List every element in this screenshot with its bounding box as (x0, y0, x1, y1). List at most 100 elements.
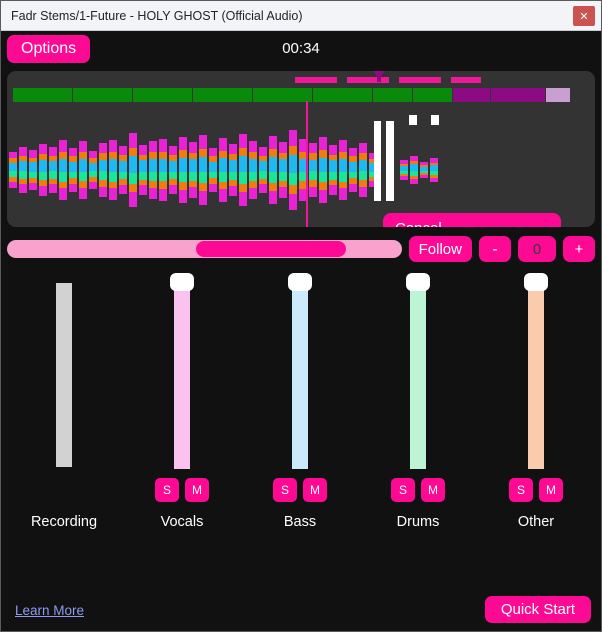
waveform-bar[interactable] (309, 143, 317, 197)
learn-more-link[interactable]: Learn More (15, 603, 84, 618)
waveform-stem-segment (59, 140, 67, 152)
mute-button-vocals[interactable]: M (185, 478, 209, 502)
timeline-segment[interactable] (546, 88, 571, 102)
mute-button-bass[interactable]: M (303, 478, 327, 502)
fader-track[interactable] (292, 281, 308, 469)
waveform-bar[interactable] (219, 138, 227, 202)
fader-track[interactable] (528, 281, 544, 469)
waveform-bar[interactable] (359, 143, 367, 197)
waveform-bars[interactable] (7, 113, 595, 227)
waveform-bar[interactable] (109, 140, 117, 200)
waveform-bar[interactable] (319, 137, 327, 203)
context-menu[interactable]: Cancel de-select clips Delete 4 clips (383, 213, 561, 227)
waveform-bar[interactable] (149, 141, 157, 199)
waveform-bar[interactable] (239, 134, 247, 206)
waveform-bar[interactable] (249, 141, 257, 199)
mute-button-drums[interactable]: M (421, 478, 445, 502)
scrubber-thumb[interactable] (196, 241, 347, 257)
waveform-bar[interactable] (139, 145, 147, 195)
waveform-bar[interactable] (229, 144, 237, 196)
timeline-segment[interactable] (373, 88, 413, 102)
close-icon[interactable]: ✕ (573, 5, 595, 26)
solo-button-bass[interactable]: S (273, 478, 297, 502)
waveform-bar[interactable] (9, 152, 17, 188)
timeline-segment[interactable] (193, 88, 253, 102)
mute-button-other[interactable]: M (539, 478, 563, 502)
waveform-bar[interactable] (279, 142, 287, 198)
timeline-segment[interactable] (491, 88, 546, 102)
timeline-segment[interactable] (453, 88, 491, 102)
scrubber-track[interactable] (7, 240, 402, 258)
waveform-stem-segment (79, 158, 87, 172)
quick-start-button[interactable]: Quick Start (484, 596, 591, 623)
waveform-bar[interactable] (420, 162, 428, 178)
waveform-bar[interactable] (199, 135, 207, 205)
waveform-bar[interactable] (39, 144, 47, 196)
waveform-bar[interactable] (29, 150, 37, 190)
timeline-segment[interactable] (13, 88, 73, 102)
selected-clip[interactable] (386, 121, 394, 201)
waveform-stem-segment (339, 158, 347, 172)
selected-clip[interactable] (431, 115, 439, 125)
selected-clip[interactable] (374, 121, 381, 201)
fader-handle[interactable] (524, 273, 548, 291)
timeline-segment[interactable] (413, 88, 453, 102)
clip-marker[interactable] (399, 77, 441, 83)
waveform-bar[interactable] (289, 130, 297, 210)
waveform-bar[interactable] (430, 158, 438, 182)
fader-track[interactable] (174, 281, 190, 469)
timeline-segment-bar[interactable] (13, 88, 593, 102)
selected-clip[interactable] (409, 115, 417, 125)
fader-handle[interactable] (406, 273, 430, 291)
waveform-stem-segment (199, 191, 207, 205)
waveform-bar[interactable] (400, 160, 408, 180)
waveform-bar[interactable] (169, 146, 177, 194)
waveform-stem-segment (199, 156, 207, 172)
waveform-bar[interactable] (159, 139, 167, 201)
waveform-bar[interactable] (49, 147, 57, 193)
waveform-bar[interactable] (119, 146, 127, 194)
waveform-bar[interactable] (19, 147, 27, 193)
fader-track[interactable] (410, 281, 426, 469)
waveform-stem-segment (199, 135, 207, 150)
fader-track[interactable] (56, 283, 72, 467)
waveform-bar[interactable] (69, 148, 77, 192)
timeline-segment[interactable] (133, 88, 193, 102)
waveform-bar[interactable] (99, 143, 107, 197)
waveform-bar[interactable] (329, 145, 337, 195)
waveform-bar[interactable] (79, 141, 87, 199)
waveform-stem-segment (79, 152, 87, 159)
timeline-segment[interactable] (313, 88, 373, 102)
context-menu-item-cancel[interactable]: Cancel (395, 221, 561, 228)
waveform-bar[interactable] (349, 148, 357, 192)
waveform-bar[interactable] (89, 151, 97, 189)
fader-other[interactable] (524, 273, 548, 469)
solo-button-vocals[interactable]: S (155, 478, 179, 502)
clip-marker[interactable] (295, 77, 337, 83)
waveform-bar[interactable] (189, 142, 197, 198)
follow-button[interactable]: Follow (408, 236, 472, 262)
solo-button-drums[interactable]: S (391, 478, 415, 502)
timeline-segment[interactable] (253, 88, 313, 102)
waveform-bar[interactable] (410, 156, 418, 184)
waveform-bar[interactable] (209, 148, 217, 192)
fader-bass[interactable] (288, 273, 312, 469)
waveform-bar[interactable] (179, 137, 187, 203)
waveform-bar[interactable] (59, 140, 67, 200)
clip-marker[interactable] (451, 77, 481, 83)
waveform-bar[interactable] (129, 133, 137, 207)
waveform-bar[interactable] (259, 147, 267, 193)
waveform-panel[interactable]: Cancel de-select clips Delete 4 clips (7, 71, 595, 227)
zoom-in-button[interactable]: + (563, 236, 595, 262)
fader-recording[interactable] (52, 273, 76, 469)
fader-vocals[interactable] (170, 273, 194, 469)
waveform-bar[interactable] (269, 136, 277, 204)
timeline-segment[interactable] (73, 88, 133, 102)
zoom-out-button[interactable]: - (479, 236, 511, 262)
fader-drums[interactable] (406, 273, 430, 469)
solo-button-other[interactable]: S (509, 478, 533, 502)
fader-handle[interactable] (170, 273, 194, 291)
waveform-bar[interactable] (339, 140, 347, 200)
fader-handle[interactable] (288, 273, 312, 291)
zoom-level-value[interactable]: 0 (518, 236, 556, 262)
